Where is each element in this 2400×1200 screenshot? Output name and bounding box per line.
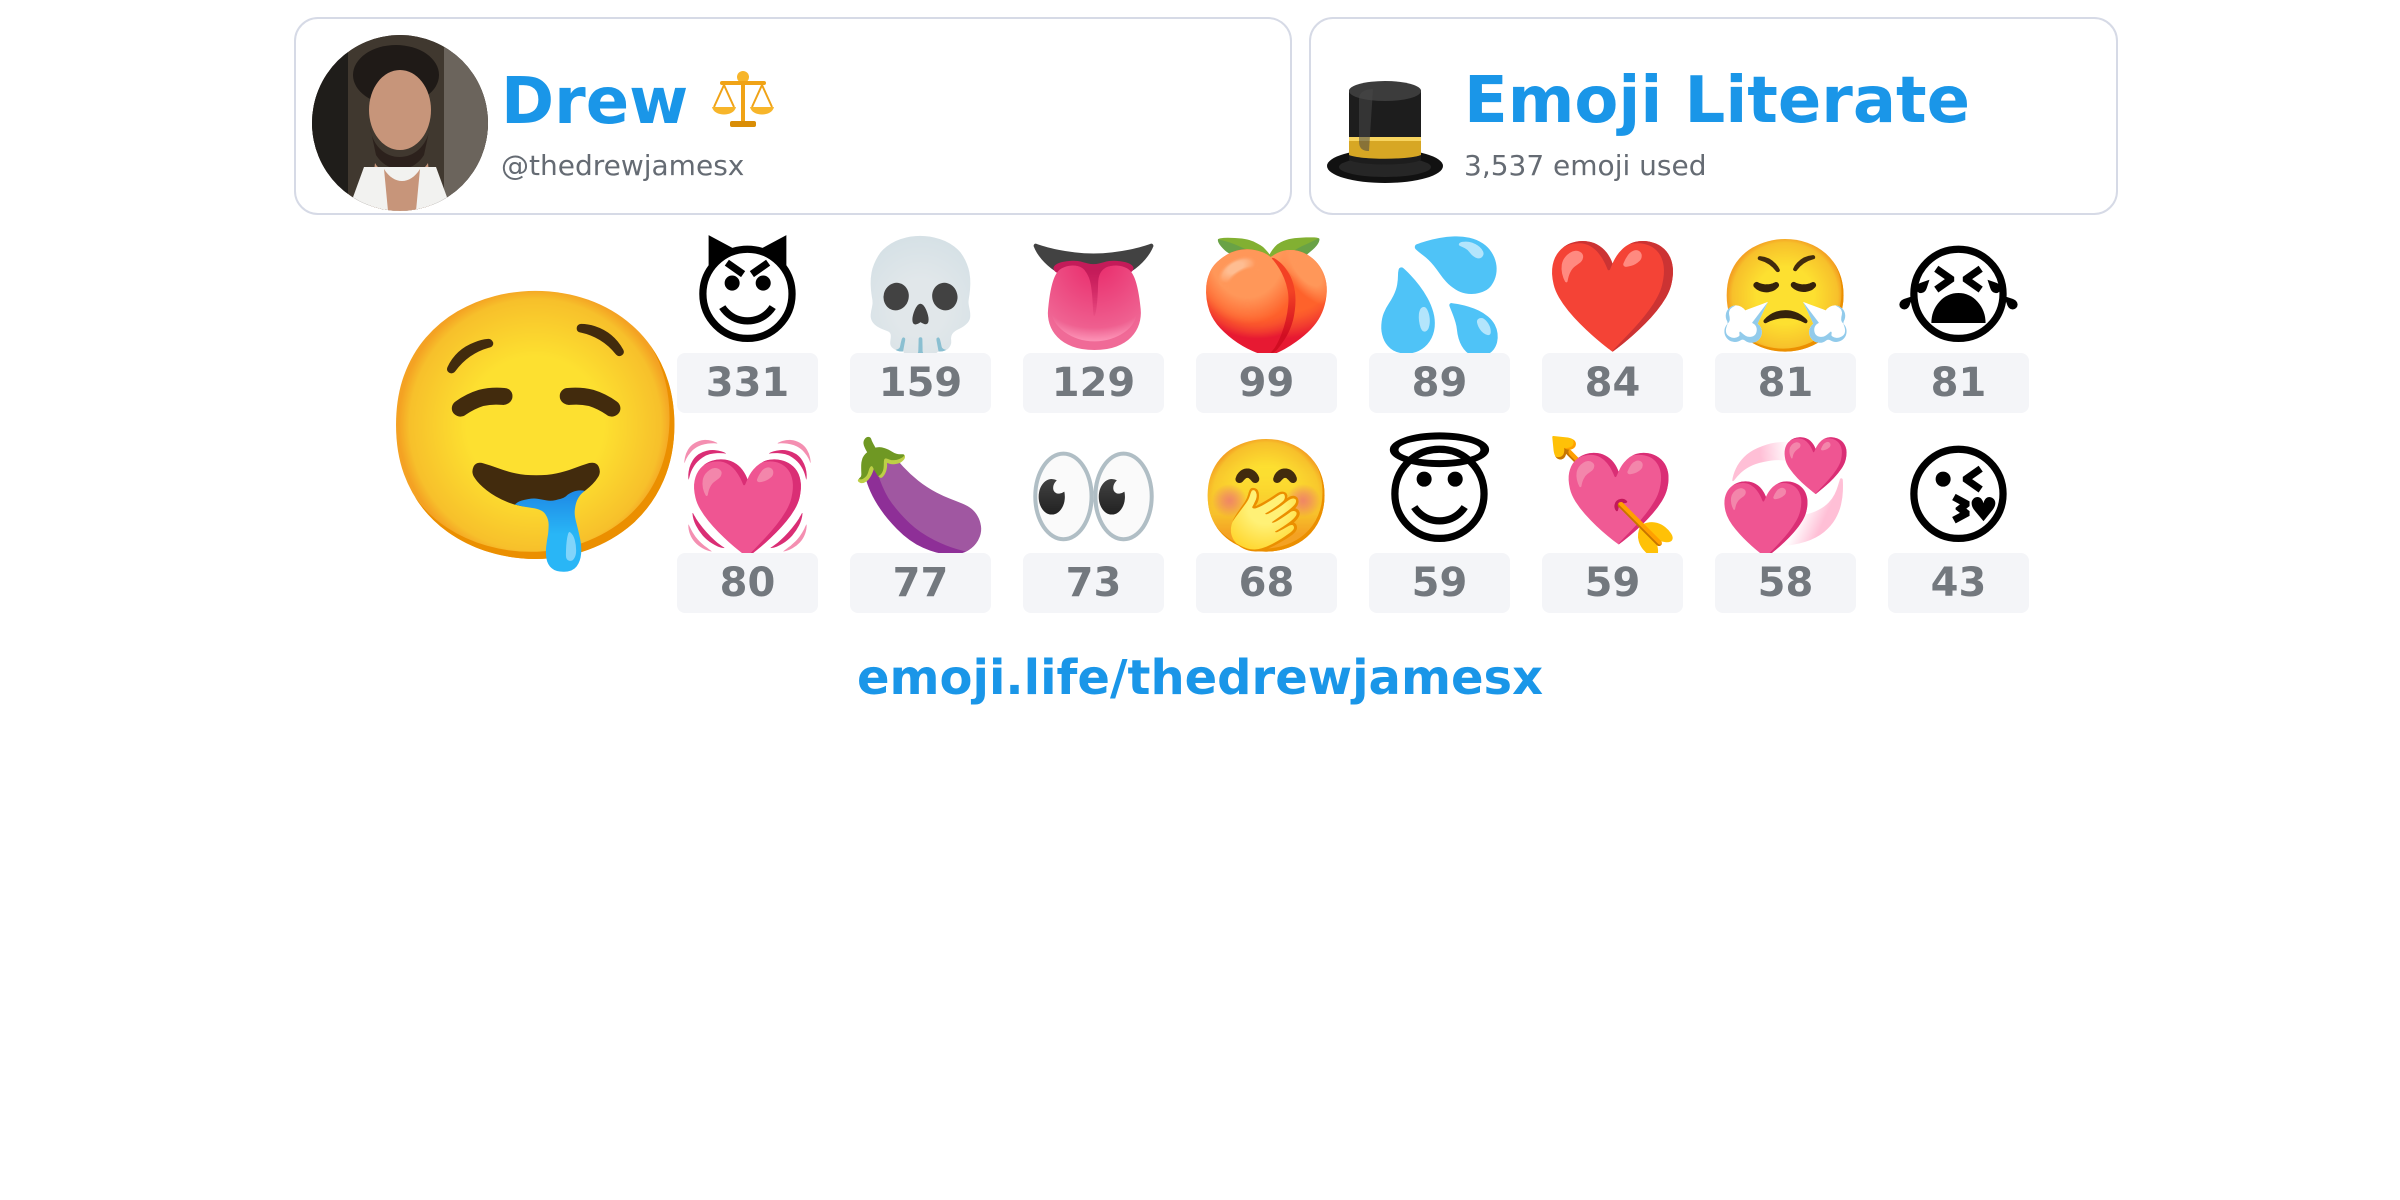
skull-emoji: 💀 — [852, 232, 989, 360]
emoji-count: 59 — [1369, 553, 1510, 613]
emoji-grid: 😈 331 💀 159 👅 129 🍑 99 💦 89 ❤️ 84 😤 81 😭 81 💓 80 🍆 77 👀 73 🤭 68… — [677, 231, 2029, 613]
emoji-cell-revolving-hearts: 💞 58 — [1715, 431, 1856, 613]
heart-with-arrow-emoji: 💘 — [1544, 432, 1681, 560]
emoji-cell-smiling-devil: 😈 331 — [677, 231, 818, 413]
emoji-cell-eggplant: 🍆 77 — [850, 431, 991, 613]
emoji-count: 159 — [850, 353, 991, 413]
profile-name-text: Drew — [501, 65, 689, 139]
face-with-hand-over-mouth-emoji: 🤭 — [1198, 432, 1335, 560]
emoji-cell-eyes: 👀 73 — [1023, 431, 1164, 613]
red-heart-emoji: ❤️ — [1544, 232, 1681, 360]
emoji-count: 59 — [1542, 553, 1683, 613]
emoji-cell-beating-heart: 💓 80 — [677, 431, 818, 613]
peach-emoji: 🍑 — [1198, 232, 1335, 360]
emoji-count: 68 — [1196, 553, 1337, 613]
emoji-used-count: 3,537 emoji used — [1464, 149, 1707, 182]
emoji-count: 84 — [1542, 353, 1683, 413]
sweat-droplets-emoji: 💦 — [1371, 232, 1508, 360]
beating-heart-emoji: 💓 — [679, 432, 816, 560]
emoji-count: 58 — [1715, 553, 1856, 613]
emoji-cell-face-with-steam: 😤 81 — [1715, 231, 1856, 413]
profile-photo-image — [312, 35, 488, 211]
loudly-crying-face-emoji: 😭 — [1894, 232, 2023, 360]
emoji-cell-heart-with-arrow: 💘 59 — [1542, 431, 1683, 613]
balance-scale-icon — [710, 69, 776, 142]
face-blowing-kiss-emoji: 😘 — [1901, 432, 2016, 560]
top-hat-icon — [1325, 71, 1445, 195]
eggplant-emoji: 🍆 — [852, 432, 989, 560]
rank-card: Emoji Literate 3,537 emoji used — [1309, 17, 2118, 215]
top-emoji-drooling-face: 🤤 — [373, 274, 700, 579]
emoji-cell-sweat-droplets: 💦 89 — [1369, 231, 1510, 413]
emoji-cell-face-blowing-kiss: 😘 43 — [1888, 431, 2029, 613]
emoji-count: 99 — [1196, 353, 1337, 413]
emoji-cell-face-with-hand-over-mouth: 🤭 68 — [1196, 431, 1337, 613]
emoji-count: 129 — [1023, 353, 1164, 413]
tongue-emoji: 👅 — [1025, 232, 1162, 360]
profile-name: Drew — [501, 69, 776, 142]
emoji-count: 77 — [850, 553, 991, 613]
emoji-cell-tongue: 👅 129 — [1023, 231, 1164, 413]
emoji-count: 73 — [1023, 553, 1164, 613]
face-with-steam-emoji: 😤 — [1717, 232, 1854, 360]
emoji-cell-loudly-crying-face: 😭 81 — [1888, 231, 2029, 413]
profile-card: Drew @thedrewjamesx — [294, 17, 1292, 215]
emoji-count: 80 — [677, 553, 818, 613]
emoji-count: 81 — [1888, 353, 2029, 413]
emoji-count: 331 — [677, 353, 818, 413]
revolving-hearts-emoji: 💞 — [1717, 432, 1854, 560]
profile-link[interactable]: emoji.life/thedrewjamesx — [0, 650, 2400, 706]
smiling-devil-emoji: 😈 — [690, 232, 805, 360]
emoji-count: 43 — [1888, 553, 2029, 613]
emoji-count: 89 — [1369, 353, 1510, 413]
emoji-cell-red-heart: ❤️ 84 — [1542, 231, 1683, 413]
emoji-cell-skull: 💀 159 — [850, 231, 991, 413]
eyes-emoji: 👀 — [1025, 432, 1162, 560]
emoji-count: 81 — [1715, 353, 1856, 413]
profile-handle: @thedrewjamesx — [501, 149, 745, 182]
smiling-face-with-halo-emoji: 😇 — [1382, 432, 1497, 560]
rank-title: Emoji Literate — [1464, 64, 1970, 138]
emoji-cell-smiling-face-with-halo: 😇 59 — [1369, 431, 1510, 613]
emoji-cell-peach: 🍑 99 — [1196, 231, 1337, 413]
avatar[interactable] — [312, 35, 488, 211]
